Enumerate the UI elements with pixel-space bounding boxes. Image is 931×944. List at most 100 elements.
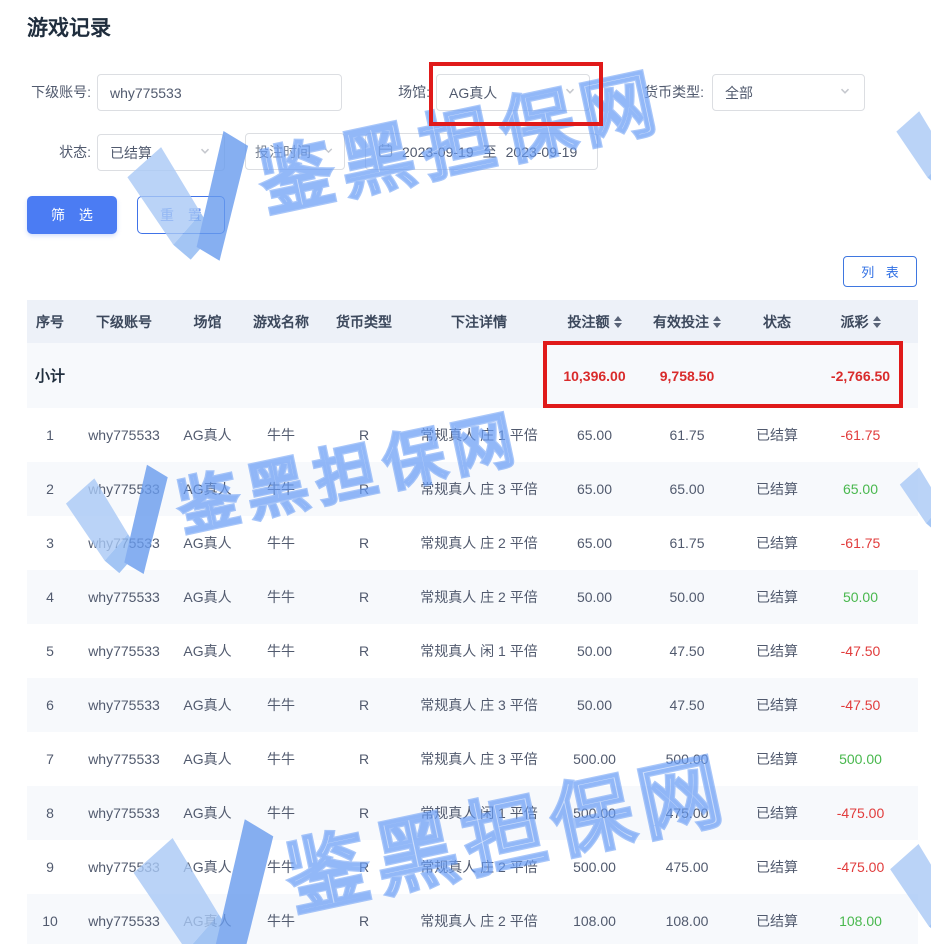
cell-detail: 常规真人 庄 2 平倍	[406, 911, 552, 931]
cell-no: 10	[27, 913, 73, 929]
cell-detail: 常规真人 庄 3 平倍	[406, 749, 552, 769]
venue-label: 场馆:	[340, 74, 430, 110]
table-row: 5why775533AG真人牛牛R常规真人 闲 1 平倍50.0047.50已结…	[27, 624, 918, 678]
cell-payout: -47.50	[817, 697, 904, 713]
account-label: 下级账号:	[0, 74, 91, 110]
header-label: 下注详情	[451, 312, 507, 332]
cell-bet_amount: 500.00	[552, 751, 637, 767]
cell-bet_amount: 500.00	[552, 805, 637, 821]
date-range-picker[interactable]: 2023-09-19 至 2023-09-19	[365, 133, 598, 170]
header-label: 场馆	[194, 312, 222, 332]
cell-game: 牛牛	[240, 533, 322, 553]
cell-venue: AG真人	[175, 749, 240, 769]
table-row: 1why775533AG真人牛牛R常规真人 庄 1 平倍65.0061.75已结…	[27, 408, 918, 462]
cell-status: 已结算	[737, 479, 817, 499]
cell-currency: R	[322, 751, 406, 767]
cell-no: 1	[27, 427, 73, 443]
filter-button[interactable]: 筛 选	[27, 196, 117, 234]
cell-venue: AG真人	[175, 587, 240, 607]
sort-control-valid_bet[interactable]	[713, 316, 721, 328]
sort-asc-icon[interactable]	[614, 316, 622, 321]
header-cell-bet_amount: 投注额	[552, 312, 637, 332]
reset-button[interactable]: 重 置	[137, 196, 225, 234]
cell-no: 7	[27, 751, 73, 767]
header-cell-status: 状态	[737, 312, 817, 332]
header-cell-venue: 场馆	[175, 312, 240, 332]
header-cell-payout: 派彩	[817, 312, 904, 332]
cell-currency: R	[322, 535, 406, 551]
cell-account: why775533	[73, 481, 175, 497]
cell-detail: 常规真人 庄 1 平倍	[406, 425, 552, 445]
table-row: 2why775533AG真人牛牛R常规真人 庄 3 平倍65.0065.00已结…	[27, 462, 918, 516]
cell-currency: R	[322, 589, 406, 605]
sort-desc-icon[interactable]	[713, 323, 721, 328]
subtotal-cell-payout: -2,766.50	[817, 368, 904, 384]
cell-valid_bet: 108.00	[637, 913, 737, 929]
header-label: 派彩	[841, 312, 869, 332]
cell-status: 已结算	[737, 749, 817, 769]
cell-bet_amount: 65.00	[552, 535, 637, 551]
cell-valid_bet: 61.75	[637, 427, 737, 443]
header-cell-no: 序号	[27, 312, 73, 332]
cell-currency: R	[322, 805, 406, 821]
game-records-table: 序号下级账号场馆游戏名称货币类型下注详情投注额有效投注状态派彩 小计10,396…	[27, 300, 918, 944]
cell-account: why775533	[73, 751, 175, 767]
sort-control-payout[interactable]	[873, 316, 881, 328]
table-row: 7why775533AG真人牛牛R常规真人 庄 3 平倍500.00500.00…	[27, 732, 918, 786]
header-cell-detail: 下注详情	[406, 312, 552, 332]
cell-detail: 常规真人 庄 3 平倍	[406, 695, 552, 715]
cell-bet_amount: 50.00	[552, 697, 637, 713]
cell-game: 牛牛	[240, 479, 322, 499]
header-cell-account: 下级账号	[73, 312, 175, 332]
venue-select[interactable]: AG真人	[436, 74, 590, 111]
sort-asc-icon[interactable]	[873, 316, 881, 321]
cell-detail: 常规真人 庄 2 平倍	[406, 533, 552, 553]
cell-payout: -47.50	[817, 643, 904, 659]
cell-valid_bet: 65.00	[637, 481, 737, 497]
cell-venue: AG真人	[175, 857, 240, 877]
cell-venue: AG真人	[175, 695, 240, 715]
currency-select[interactable]: 全部	[712, 74, 865, 111]
table-row: 10why775533AG真人牛牛R常规真人 庄 2 平倍108.00108.0…	[27, 894, 918, 944]
cell-venue: AG真人	[175, 911, 240, 931]
cell-valid_bet: 50.00	[637, 589, 737, 605]
table-row: 3why775533AG真人牛牛R常规真人 庄 2 平倍65.0061.75已结…	[27, 516, 918, 570]
sort-control-bet_amount[interactable]	[614, 316, 622, 328]
cell-status: 已结算	[737, 857, 817, 877]
chevron-down-icon	[838, 84, 852, 101]
cell-payout: 500.00	[817, 751, 904, 767]
cell-no: 5	[27, 643, 73, 659]
cell-no: 4	[27, 589, 73, 605]
header-label: 下级账号	[96, 312, 152, 332]
cell-bet_amount: 65.00	[552, 481, 637, 497]
cell-payout: 108.00	[817, 913, 904, 929]
cell-game: 牛牛	[240, 911, 322, 931]
header-label: 货币类型	[336, 312, 392, 332]
table-row: 8why775533AG真人牛牛R常规真人 闲 1 平倍500.00475.00…	[27, 786, 918, 840]
cell-valid_bet: 500.00	[637, 751, 737, 767]
subtotal-cell-no: 小计	[27, 365, 73, 386]
account-input[interactable]: why775533	[97, 74, 342, 111]
cell-account: why775533	[73, 859, 175, 875]
cell-status: 已结算	[737, 425, 817, 445]
cell-status: 已结算	[737, 533, 817, 553]
sort-desc-icon[interactable]	[873, 323, 881, 328]
header-cell-currency: 货币类型	[322, 312, 406, 332]
table-row: 9why775533AG真人牛牛R常规真人 庄 2 平倍500.00475.00…	[27, 840, 918, 894]
cell-game: 牛牛	[240, 695, 322, 715]
cell-bet_amount: 50.00	[552, 589, 637, 605]
chevron-down-icon	[322, 144, 335, 160]
cell-venue: AG真人	[175, 803, 240, 823]
sort-desc-icon[interactable]	[614, 323, 622, 328]
list-view-button[interactable]: 列 表	[843, 256, 917, 287]
time-type-select[interactable]: 投注时间	[245, 133, 345, 170]
header-label: 投注额	[568, 312, 610, 332]
status-select[interactable]: 已结算	[97, 134, 225, 171]
cell-game: 牛牛	[240, 425, 322, 445]
cell-detail: 常规真人 庄 3 平倍	[406, 479, 552, 499]
sort-asc-icon[interactable]	[713, 316, 721, 321]
cell-detail: 常规真人 闲 1 平倍	[406, 803, 552, 823]
cell-payout: -475.00	[817, 859, 904, 875]
currency-select-value: 全部	[725, 83, 753, 103]
cell-venue: AG真人	[175, 533, 240, 553]
